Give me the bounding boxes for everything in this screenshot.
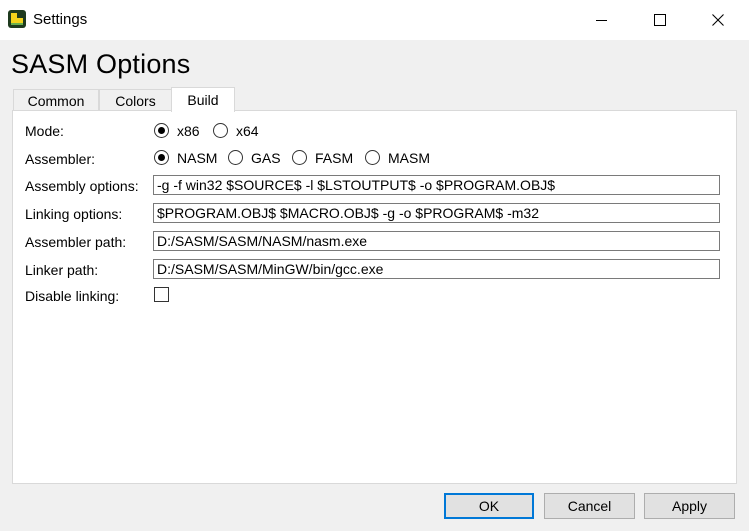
assembler-masm-radio[interactable] — [365, 150, 380, 165]
tab-build[interactable]: Build — [171, 87, 235, 112]
maximize-button[interactable] — [631, 0, 689, 40]
mode-x86-radio[interactable] — [154, 123, 169, 138]
build-settings-panel: Mode: x86 x64 Assembler: NASM GAS FASM M… — [12, 110, 737, 484]
assembly-options-label: Assembly options: — [25, 178, 139, 194]
mode-x64-label: x64 — [236, 123, 259, 139]
sasm-app-icon — [8, 10, 26, 28]
linker-path-label: Linker path: — [25, 262, 99, 278]
disable-linking-label: Disable linking: — [25, 288, 120, 304]
mode-x86-label: x86 — [177, 123, 200, 139]
assembler-label: Assembler: — [25, 151, 96, 167]
assembler-gas-label: GAS — [251, 150, 281, 166]
linking-options-input[interactable]: $PROGRAM.OBJ$ $MACRO.OBJ$ -g -o $PROGRAM… — [153, 203, 720, 223]
assembler-nasm-label: NASM — [177, 150, 218, 166]
linking-options-label: Linking options: — [25, 206, 123, 222]
assembler-fasm-radio[interactable] — [292, 150, 307, 165]
cancel-button[interactable]: Cancel — [544, 493, 635, 519]
page-title: SASM Options — [11, 49, 191, 79]
assembler-nasm-radio[interactable] — [154, 150, 169, 165]
ok-button[interactable]: OK — [444, 493, 534, 519]
assembly-options-input[interactable]: -g -f win32 $SOURCE$ -l $LSTOUTPUT$ -o $… — [153, 175, 720, 195]
assembler-masm-label: MASM — [388, 150, 430, 166]
disable-linking-checkbox[interactable] — [154, 287, 169, 302]
tab-colors[interactable]: Colors — [99, 89, 172, 111]
assembler-path-input[interactable]: D:/SASM/SASM/NASM/nasm.exe — [153, 231, 720, 251]
window-title: Settings — [33, 11, 88, 28]
mode-label: Mode: — [25, 123, 64, 139]
mode-x64-radio[interactable] — [213, 123, 228, 138]
tab-common[interactable]: Common — [13, 89, 99, 111]
linker-path-input[interactable]: D:/SASM/SASM/MinGW/bin/gcc.exe — [153, 259, 720, 279]
apply-button[interactable]: Apply — [644, 493, 735, 519]
close-button[interactable] — [689, 0, 747, 40]
close-icon — [712, 14, 724, 26]
minimize-icon — [596, 20, 607, 21]
title-bar: Settings — [0, 0, 749, 40]
assembler-gas-radio[interactable] — [228, 150, 243, 165]
assembler-path-label: Assembler path: — [25, 234, 127, 250]
maximize-icon — [654, 14, 666, 26]
minimize-button[interactable] — [573, 0, 631, 40]
assembler-fasm-label: FASM — [315, 150, 354, 166]
